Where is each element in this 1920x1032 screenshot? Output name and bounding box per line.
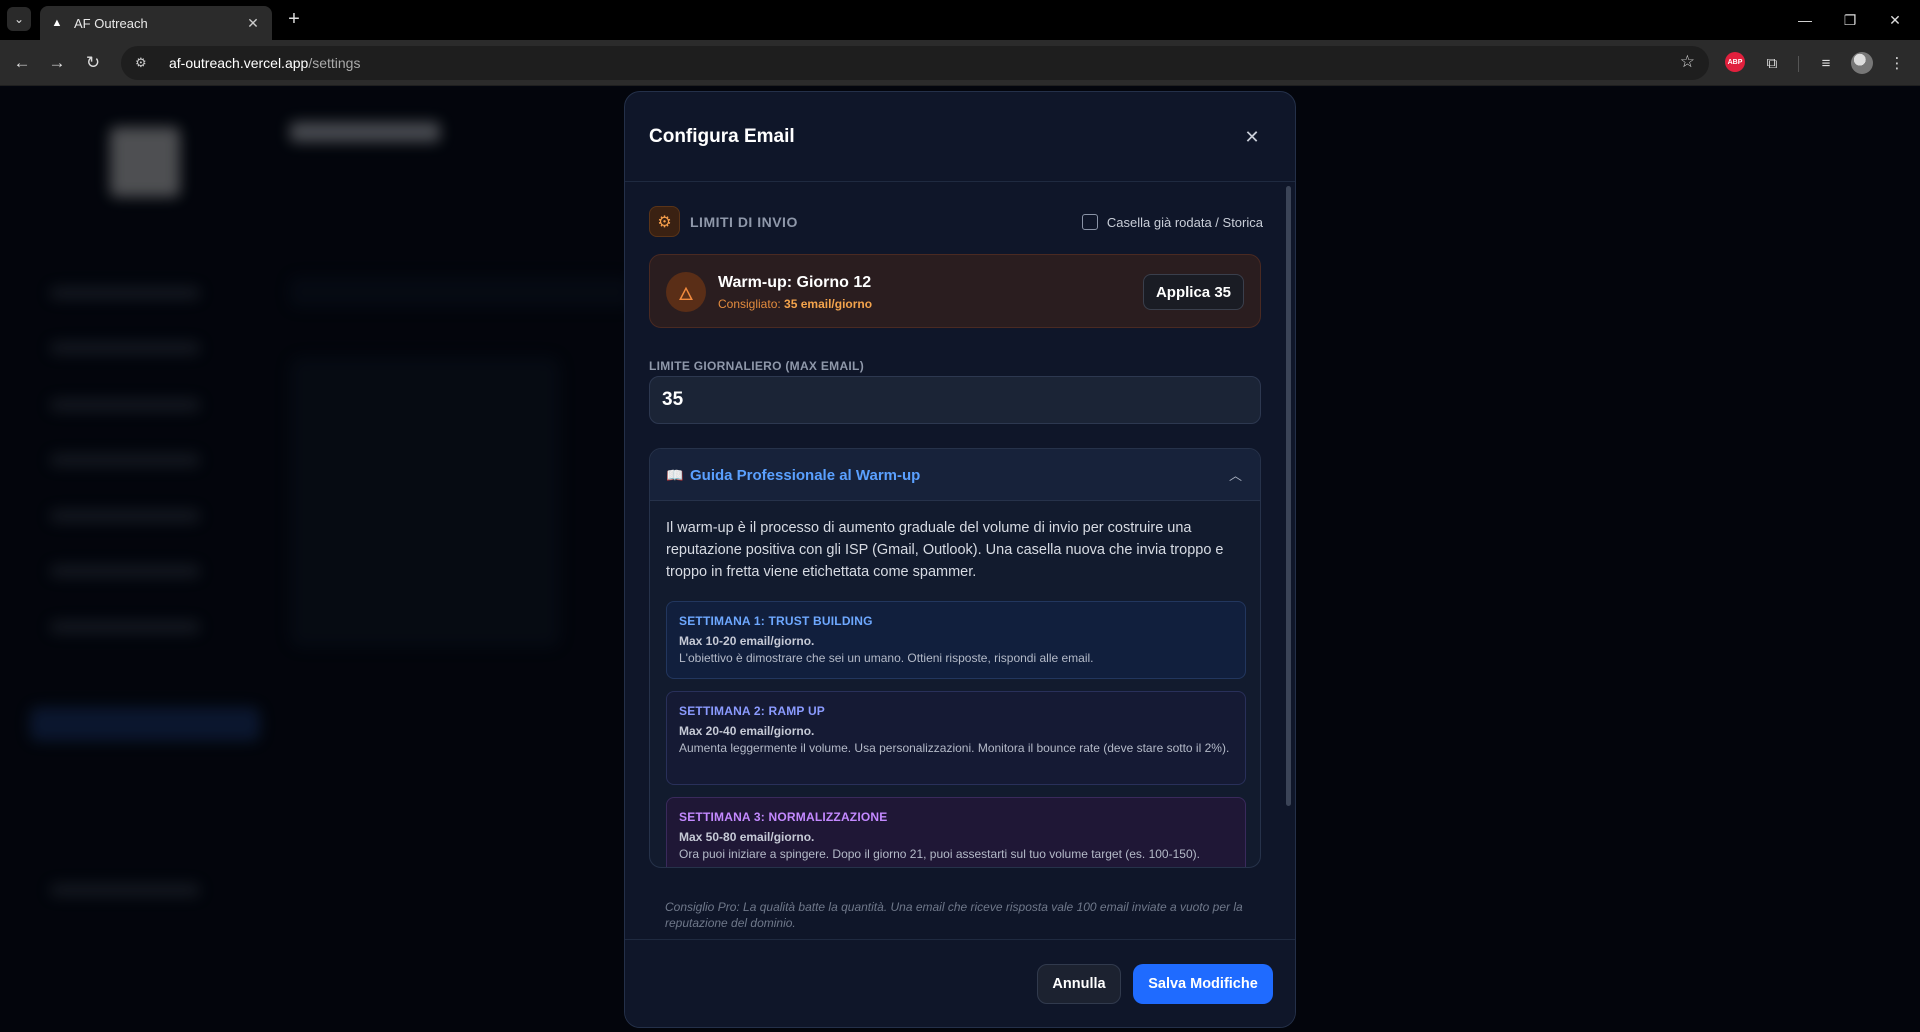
book-icon: 📖 bbox=[666, 467, 684, 483]
checkbox-label: Casella già rodata / Storica bbox=[1106, 214, 1263, 230]
flame-icon: 🜂 bbox=[666, 272, 706, 312]
cancel-button[interactable]: Annulla bbox=[1037, 964, 1121, 1004]
week-title: SETTIMANA 1: TRUST BUILDING bbox=[679, 614, 873, 628]
guide-toggle[interactable]: 📖 Guida Professionale al Warm-up ︿ bbox=[650, 449, 1260, 501]
tab-search-icon[interactable]: ⌄ bbox=[7, 7, 31, 31]
tab-favicon-icon: ▲ bbox=[51, 17, 63, 29]
window-close-icon[interactable]: ✕ bbox=[1880, 8, 1910, 32]
toolbar-divider bbox=[1798, 56, 1799, 72]
sending-limits-header: ⚙ LIMITI DI INVIO bbox=[649, 206, 798, 237]
restore-icon[interactable]: ❐ bbox=[1835, 8, 1865, 32]
reload-icon[interactable]: ↻ bbox=[81, 51, 105, 75]
pro-tip: Consiglio Pro: La qualità batte la quant… bbox=[665, 900, 1243, 930]
seasoned-inbox-toggle[interactable]: Casella già rodata / Storica bbox=[1081, 214, 1263, 230]
apply-recommended-button[interactable]: Applica 35 bbox=[1142, 274, 1244, 310]
tab-title: AF Outreach bbox=[74, 15, 148, 31]
daily-limit-label: LIMITE GIORNALIERO (MAX EMAIL) bbox=[649, 359, 864, 373]
new-tab-plus-icon[interactable]: + bbox=[282, 8, 306, 32]
guide-title: Guida Professionale al Warm-up bbox=[690, 467, 921, 484]
seasoned-inbox-checkbox[interactable] bbox=[1081, 214, 1098, 230]
daily-limit-input[interactable] bbox=[649, 376, 1261, 424]
week-card: SETTIMANA 3: NORMALIZZAZIONE Max 50-80 e… bbox=[666, 797, 1246, 867]
profile-avatar[interactable] bbox=[1851, 52, 1873, 74]
tab-close-icon[interactable]: ✕ bbox=[244, 15, 262, 32]
bookmark-star-icon[interactable]: ☆ bbox=[1680, 52, 1695, 72]
modal-header: Configura Email ✕ bbox=[625, 92, 1295, 182]
week-max: Max 50-80 email/giorno. bbox=[679, 830, 815, 844]
url-text: af-outreach.vercel.app/settings bbox=[169, 55, 361, 71]
close-icon[interactable]: ✕ bbox=[1241, 126, 1263, 148]
week-desc: L'obiettivo è dimostrare che sei un uman… bbox=[679, 651, 1094, 665]
week-max: Max 10-20 email/giorno. bbox=[679, 634, 815, 648]
modal-title: Configura Email bbox=[649, 126, 795, 147]
chevron-up-icon[interactable]: ︿ bbox=[1229, 465, 1242, 484]
week-card: SETTIMANA 1: TRUST BUILDING Max 10-20 em… bbox=[666, 601, 1246, 679]
week-card: SETTIMANA 2: RAMP UP Max 20-40 email/gio… bbox=[666, 691, 1246, 785]
week-max: Max 20-40 email/giorno. bbox=[679, 724, 815, 738]
back-icon[interactable]: ← bbox=[10, 51, 34, 75]
week-desc: Aumenta leggermente il volume. Usa perso… bbox=[679, 741, 1230, 755]
week-title: SETTIMANA 2: RAMP UP bbox=[679, 704, 826, 718]
warmup-status-card: 🜂 Warm-up: Giorno 12 Consigliato: 35 ema… bbox=[649, 254, 1261, 328]
warmup-title: Warm-up: Giorno 12 bbox=[718, 274, 872, 291]
extensions-icon[interactable]: ⧉ bbox=[1762, 52, 1782, 74]
forward-icon[interactable]: → bbox=[45, 51, 69, 75]
modal-scrollbar[interactable] bbox=[1286, 186, 1291, 806]
configure-email-modal: Configura Email ✕ ⚙ LIMITI DI INVIO Case… bbox=[624, 91, 1296, 1028]
guide-intro: Il warm-up è il processo di aumento grad… bbox=[666, 520, 1224, 580]
warmup-guide-accordion: 📖 Guida Professionale al Warm-up ︿ Il wa… bbox=[649, 448, 1261, 868]
modal-footer: Annulla Salva Modifiche bbox=[625, 939, 1295, 1027]
address-bar[interactable]: ⚙ af-outreach.vercel.app/settings ☆ bbox=[121, 46, 1709, 80]
site-info-icon[interactable]: ⚙ bbox=[135, 55, 151, 71]
save-button[interactable]: Salva Modifiche bbox=[1133, 964, 1273, 1004]
gear-icon: ⚙ bbox=[649, 206, 680, 237]
week-title: SETTIMANA 3: NORMALIZZAZIONE bbox=[679, 810, 888, 824]
browser-menu-icon[interactable]: ⋮ bbox=[1887, 52, 1907, 74]
browser-tab[interactable]: ▲ AF Outreach ✕ bbox=[40, 6, 272, 40]
browser-toolbar: ← → ↻ ⚙ af-outreach.vercel.app/settings … bbox=[0, 40, 1920, 86]
warmup-recommendation: Consigliato: 35 email/giorno bbox=[718, 297, 873, 311]
minimize-icon[interactable]: — bbox=[1790, 8, 1820, 32]
browser-tab-bar: ⌄ ▲ AF Outreach ✕ + — ❐ ✕ bbox=[0, 0, 1920, 40]
media-controls-icon[interactable]: ≡ bbox=[1815, 52, 1837, 74]
section-label: LIMITI DI INVIO bbox=[690, 213, 798, 230]
week-desc: Ora puoi iniziare a spingere. Dopo il gi… bbox=[679, 847, 1200, 861]
adblock-icon[interactable]: ABP bbox=[1725, 52, 1745, 72]
